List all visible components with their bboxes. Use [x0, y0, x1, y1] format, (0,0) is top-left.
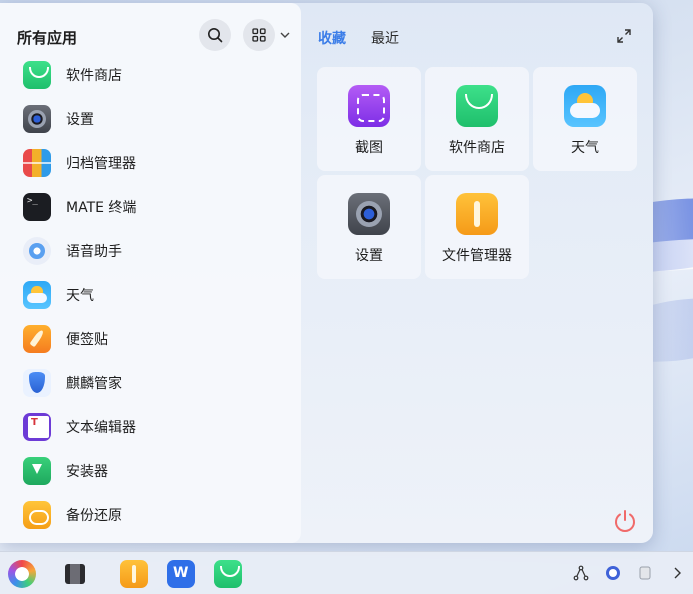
tray-expand-icon[interactable]: [669, 565, 685, 581]
favorite-tile-file-manager[interactable]: 文件管理器: [425, 175, 529, 279]
software-store-icon[interactable]: [214, 560, 242, 588]
app-label: 天气: [66, 288, 94, 304]
favorites-panel: 收藏 最近 截图 软件商店 天气 设置 文件管理器: [301, 3, 653, 543]
app-label: 文本编辑器: [66, 420, 136, 436]
app-item-archive-manager[interactable]: 归档管理器: [0, 141, 301, 185]
power-icon[interactable]: [612, 508, 638, 534]
tile-label: 软件商店: [449, 140, 505, 156]
app-label: 归档管理器: [66, 156, 136, 172]
app-list: 软件商店 设置 归档管理器 MATE 终端 语音助手 天气: [0, 53, 301, 537]
terminal-icon: [23, 193, 51, 221]
start-menu-icon[interactable]: [8, 560, 36, 588]
all-apps-title: 所有应用: [17, 29, 78, 47]
settings-icon: [348, 193, 390, 235]
view-mode-button[interactable]: [243, 19, 275, 51]
settings-icon: [23, 105, 51, 133]
tab-favorites[interactable]: 收藏: [318, 28, 346, 48]
tile-label: 天气: [571, 140, 599, 156]
app-item-voice-assistant[interactable]: 语音助手: [0, 229, 301, 273]
app-label: 备份还原: [66, 508, 122, 524]
installer-icon: [23, 457, 51, 485]
app-item-installer[interactable]: 安装器: [0, 449, 301, 493]
app-label: MATE 终端: [66, 200, 137, 216]
taskbar: [0, 551, 693, 594]
voice-assistant-icon: [23, 237, 51, 265]
text-editor-icon: [23, 413, 51, 441]
file-manager-icon: [456, 193, 498, 235]
app-item-settings[interactable]: 设置: [0, 97, 301, 141]
tab-recent[interactable]: 最近: [371, 28, 399, 48]
file-manager-icon[interactable]: [120, 560, 148, 588]
tile-label: 截图: [355, 140, 383, 156]
software-store-icon: [23, 61, 51, 89]
wps-office-icon[interactable]: [167, 560, 195, 588]
kylin-manager-icon: [23, 369, 51, 397]
all-apps-panel: 所有应用 软件商店 设置 归档管理器 >_ MATE 终端 语音助手 天气 便签…: [0, 3, 301, 543]
app-item-kylin-manager[interactable]: 麒麟管家: [0, 361, 301, 405]
app-item-sticky-notes[interactable]: 便签贴: [0, 317, 301, 361]
app-item-software-store[interactable]: 软件商店: [0, 53, 301, 97]
app-item-backup-restore[interactable]: 备份还原: [0, 493, 301, 537]
favorite-tile-settings[interactable]: 设置: [317, 175, 421, 279]
archive-manager-icon: [23, 149, 51, 177]
sticky-notes-icon: [23, 325, 51, 353]
app-label: 便签贴: [66, 332, 108, 348]
app-label: 设置: [66, 112, 94, 128]
input-method-icon[interactable]: [605, 565, 621, 581]
network-icon[interactable]: [573, 565, 589, 581]
app-label: 语音助手: [66, 244, 122, 260]
app-item-terminal[interactable]: MATE 终端: [0, 185, 301, 229]
app-label: 麒麟管家: [66, 376, 122, 392]
start-menu: 所有应用 软件商店 设置 归档管理器 >_ MATE 终端 语音助手 天气 便签…: [0, 3, 653, 543]
grid-icon: [252, 28, 266, 42]
app-label: 软件商店: [66, 68, 122, 84]
favorite-tile-weather[interactable]: 天气: [533, 67, 637, 171]
software-store-icon: [456, 85, 498, 127]
app-item-weather[interactable]: 天气: [0, 273, 301, 317]
fullscreen-expand-icon[interactable]: [617, 29, 631, 43]
chevron-down-icon[interactable]: [279, 29, 291, 41]
search-icon: [208, 28, 223, 43]
screenshot-icon: [348, 85, 390, 127]
app-item-text-editor[interactable]: 文本编辑器: [0, 405, 301, 449]
weather-icon: [23, 281, 51, 309]
notification-icon[interactable]: [637, 565, 653, 581]
tile-label: 文件管理器: [442, 248, 512, 264]
weather-icon: [564, 85, 606, 127]
tile-label: 设置: [355, 248, 383, 264]
multitask-view-icon[interactable]: [61, 560, 89, 588]
favorite-tile-screenshot[interactable]: 截图: [317, 67, 421, 171]
backup-restore-icon: [23, 501, 51, 529]
favorite-tile-software-store[interactable]: 软件商店: [425, 67, 529, 171]
app-label: 安装器: [66, 464, 108, 480]
search-button[interactable]: [199, 19, 231, 51]
